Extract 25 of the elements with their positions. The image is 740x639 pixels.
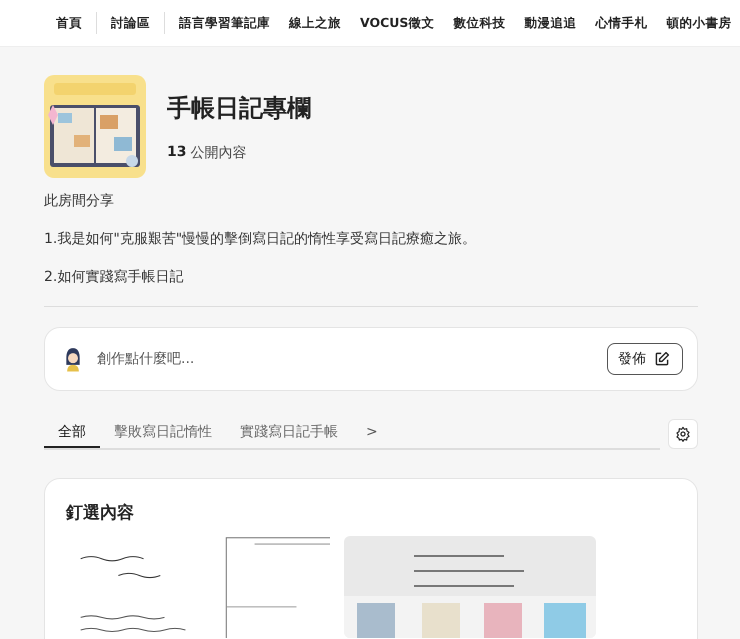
nav-link[interactable]: 心情手札: [595, 14, 648, 32]
settings-button[interactable]: [668, 419, 698, 449]
nav-link[interactable]: 討論區: [111, 14, 150, 32]
tab[interactable]: 實踐寫日記手帳: [226, 418, 352, 448]
next-tabs-button[interactable]: >: [352, 418, 392, 448]
room-title: 手帳日記專欄: [167, 92, 311, 124]
tab[interactable]: 擊敗寫日記惰性: [100, 418, 226, 448]
publish-button[interactable]: 發佈: [607, 343, 683, 375]
content-count-label: 公開內容: [190, 144, 246, 162]
nav-link[interactable]: 數位科技: [453, 14, 506, 32]
nav-link[interactable]: VOCUS徵文: [360, 14, 434, 32]
description-text: 此房間分享: [44, 192, 115, 211]
section-title: 釘選內容: [66, 502, 135, 524]
description-text: 1.我是如何"克服艱苦"慢慢的擊倒寫日記的惰性享受寫日記療癒之旅。: [44, 230, 478, 249]
nav-link[interactable]: 語言學習筆記庫: [179, 14, 270, 32]
nav-link[interactable]: 動漫追追: [524, 14, 576, 32]
settings-icon: [675, 426, 691, 442]
tab[interactable]: 全部: [44, 418, 100, 448]
description-text: 2.如何實踐寫手帳日記: [44, 268, 184, 287]
nav-link[interactable]: 頓的小書房: [666, 14, 732, 32]
compose-field[interactable]: 創作點什麼吧...: [95, 350, 595, 368]
nav-link[interactable]: 首頁: [56, 14, 82, 32]
nav-link[interactable]: 線上之旅: [289, 14, 341, 32]
edit-icon: [654, 351, 670, 367]
content-count: 13: [167, 144, 186, 162]
